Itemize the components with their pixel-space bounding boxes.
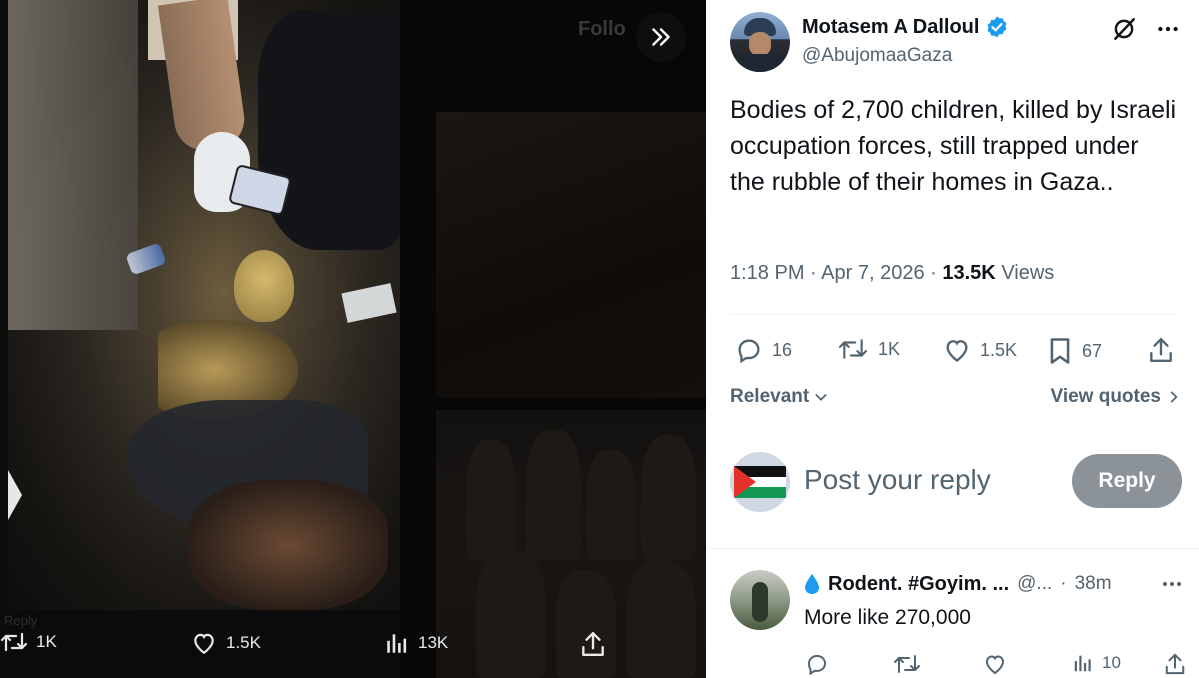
expand-button[interactable] [636,12,686,62]
reply-share-button[interactable] [1164,652,1186,676]
grok-icon[interactable] [1111,16,1137,42]
reply-retweet-button[interactable] [892,652,922,676]
chevron-down-icon [815,394,827,401]
tweet-date[interactable]: Apr 7, 2026 [821,262,924,284]
retweet-count: 1K [878,338,901,359]
bookmark-count: 67 [1082,340,1103,361]
reply-icon [738,339,760,364]
background-follow-text: Follo [578,18,626,40]
retweet-icon [838,339,868,359]
media-retweet-count: 1K [36,632,57,651]
tweet-author: Motasem A Dalloul @AbujomaaGaza [730,12,1009,72]
tweet-metadata: 1:18 PM · Apr 7, 2026 · 13.5K Views [730,262,1055,284]
like-icon [194,633,214,655]
reply-time[interactable]: 38m [1075,573,1112,595]
reply-sort-label: Relevant [730,386,810,407]
reply-views-button[interactable]: 10 [1072,652,1121,674]
like-icon [946,340,968,362]
divider [706,548,1199,549]
divider [730,314,1176,315]
media-action-bar: 1K 1.5K 13K [0,620,706,670]
tweet-top-actions [1111,16,1181,42]
reply-icon [807,655,827,676]
chevron-right-icon [1170,391,1178,403]
tweet-views-label: Views [1001,262,1055,284]
play-arrow-icon [8,470,22,520]
reply-author-avatar[interactable] [730,570,790,630]
reply-like-button[interactable] [982,652,1008,676]
media-share-button[interactable] [580,630,606,658]
media-retweet-button[interactable]: 1K [0,630,57,654]
views-icon [387,634,407,653]
video-player[interactable] [8,0,400,610]
app-root: Follo Reply 1K 1.5K 13K Motasem A Dallou… [0,0,1199,678]
views-icon [1074,655,1091,672]
reply-text: More like 270,000 [804,606,971,629]
bookmark-button[interactable]: 67 [1046,336,1102,366]
bookmark-icon [1050,338,1070,364]
reply-input[interactable] [804,464,1064,496]
share-icon [582,632,604,656]
reply-sort-dropdown[interactable]: Relevant [730,386,829,408]
like-count: 1.5K [980,339,1018,360]
current-user-avatar[interactable] [730,452,790,512]
retweet-button[interactable]: 1K [836,336,900,362]
more-icon[interactable] [1155,16,1181,42]
reply-submit-button[interactable]: Reply [1072,454,1182,508]
reply-count: 16 [772,339,793,360]
share-icon [1150,338,1172,362]
reply-item[interactable]: Rodent. #Goyim. ... @... · 38m More like… [730,568,1185,678]
reply-reply-button[interactable] [804,652,830,676]
reply-button[interactable]: 16 [734,336,792,364]
tweet-views-count: 13.5K [942,262,996,284]
media-like-count: 1.5K [226,633,261,652]
tweet-text: Bodies of 2,700 children, killed by Isra… [730,96,1177,196]
reply-author-name[interactable]: Rodent. #Goyim. ... [828,573,1009,596]
like-button[interactable]: 1.5K [942,336,1017,364]
media-views-count: 13K [418,633,449,652]
media-like-button[interactable]: 1.5K [190,630,261,656]
reply-header: Rodent. #Goyim. ... @... · 38m [804,572,1184,596]
author-display-name[interactable]: Motasem A Dalloul [802,16,979,39]
water-drop-icon [805,574,819,594]
reply-composer: Reply [730,452,1182,512]
retweet-icon [894,655,920,673]
author-handle[interactable]: @AbujomaaGaza [802,45,1009,67]
share-button[interactable] [1148,336,1174,364]
like-icon [985,655,1005,675]
verified-badge-icon [987,16,1007,38]
media-viewer: Follo Reply 1K 1.5K 13K [0,0,706,678]
reply-views-count: 10 [1102,653,1121,672]
author-avatar[interactable] [730,12,790,72]
author-names: Motasem A Dalloul @AbujomaaGaza [802,12,1009,72]
media-views-button[interactable]: 13K [384,630,448,656]
background-image-1 [436,112,706,398]
expand-icon [652,28,670,46]
retweet-icon [0,632,28,652]
view-quotes-link[interactable]: View quotes [1050,386,1181,408]
reply-action-bar: 10 [804,652,1188,678]
reply-author-handle[interactable]: @... [1017,573,1052,595]
view-quotes-label: View quotes [1050,386,1161,407]
more-icon[interactable] [1160,572,1184,596]
share-icon [1165,653,1185,675]
tweet-detail: Motasem A Dalloul @AbujomaaGaza Bodies o… [706,0,1199,678]
tweet-time[interactable]: 1:18 PM [730,262,804,284]
